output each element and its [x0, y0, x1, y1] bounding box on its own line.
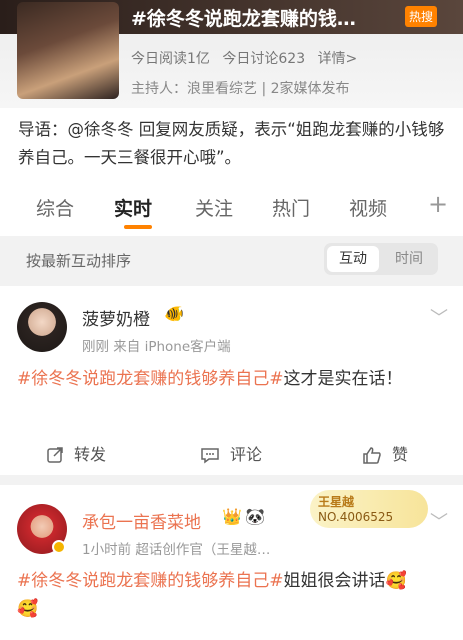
crown-badge-icon: 👑: [222, 507, 242, 526]
repost-label: 转发: [74, 445, 107, 464]
post-divider: [0, 475, 463, 485]
comment-icon: [201, 448, 219, 464]
topic-intro: 导语：@徐冬冬 回复网友质疑，表示“姐跑龙套赚的小钱够养自己。一天三餐很开心哦”…: [18, 120, 445, 167]
post-meta: 刚刚 来自 iPhone客户端: [82, 339, 231, 355]
post-content: #徐冬冬说跑龙套赚的钱够养自己#姐姐很会讲话🥰 🥰: [17, 567, 447, 623]
tab-realtime[interactable]: 实时: [114, 194, 152, 221]
post-content: #徐冬冬说跑龙套赚的钱够养自己#这才是实在话！: [17, 365, 447, 393]
like-button[interactable]: 赞: [362, 441, 408, 465]
panda-badge-icon: 🐼: [245, 507, 265, 526]
repost-icon: [47, 447, 63, 463]
topic-link[interactable]: #徐冬冬说跑龙套赚的钱够养自己#: [17, 369, 284, 389]
verified-badge-icon: [52, 540, 66, 554]
like-label: 赞: [392, 445, 409, 464]
post-meta: 1小时前 超话创作官（王星越…: [82, 542, 271, 558]
rank-star-name: 王星越: [318, 495, 355, 509]
thumbs-up-icon: [363, 447, 381, 464]
details-link[interactable]: 详情>: [318, 51, 358, 67]
topic-cover-image[interactable]: [17, 2, 119, 99]
chevron-down-icon[interactable]: ﹀: [430, 304, 448, 330]
tab-following[interactable]: 关注: [195, 194, 233, 221]
topic-title: #徐冬冬说跑龙套赚的钱…: [131, 8, 356, 30]
comment-label: 评论: [230, 445, 263, 464]
tab-hot[interactable]: 热门: [272, 194, 310, 221]
topic-stats: 今日阅读1亿 今日讨论623 详情>: [131, 48, 365, 68]
sort-interaction-button[interactable]: 互动: [327, 246, 379, 272]
active-tab-indicator: [124, 225, 152, 229]
chevron-down-icon[interactable]: ﹀: [430, 508, 448, 534]
user-name[interactable]: 承包一亩香菜地: [82, 508, 201, 533]
fish-badge-icon: 🐠: [164, 304, 184, 323]
discuss-count: 今日讨论623: [222, 51, 306, 67]
repost-button[interactable]: 转发: [46, 441, 106, 465]
user-name[interactable]: 菠萝奶橙: [82, 305, 150, 330]
comment-button[interactable]: 评论: [200, 441, 262, 465]
topic-host: 主持人：浪里看综艺 | 2家媒体发布: [131, 81, 350, 97]
tab-bar: 综合 实时 关注 热门 视频: [0, 188, 463, 228]
post-text: 姐姐很会讲话🥰: [283, 571, 407, 591]
post-text-emoji: 🥰: [17, 599, 39, 619]
topic-link[interactable]: #徐冬冬说跑龙套赚的钱够养自己#: [17, 571, 284, 591]
post-text: 这才是实在话！: [283, 369, 403, 389]
hot-badge: 热搜: [405, 6, 438, 27]
add-tab-icon[interactable]: +: [428, 190, 448, 218]
tab-comprehensive[interactable]: 综合: [36, 194, 74, 221]
reads-count: 今日阅读1亿: [131, 51, 210, 67]
sort-label: 按最新互动排序: [26, 252, 132, 270]
tab-video[interactable]: 视频: [349, 194, 387, 221]
post-actions: 转发 评论 赞: [0, 431, 463, 475]
sort-time-button[interactable]: 时间: [384, 246, 434, 272]
rank-number: NO.4006525: [318, 510, 394, 524]
avatar[interactable]: [17, 302, 67, 352]
